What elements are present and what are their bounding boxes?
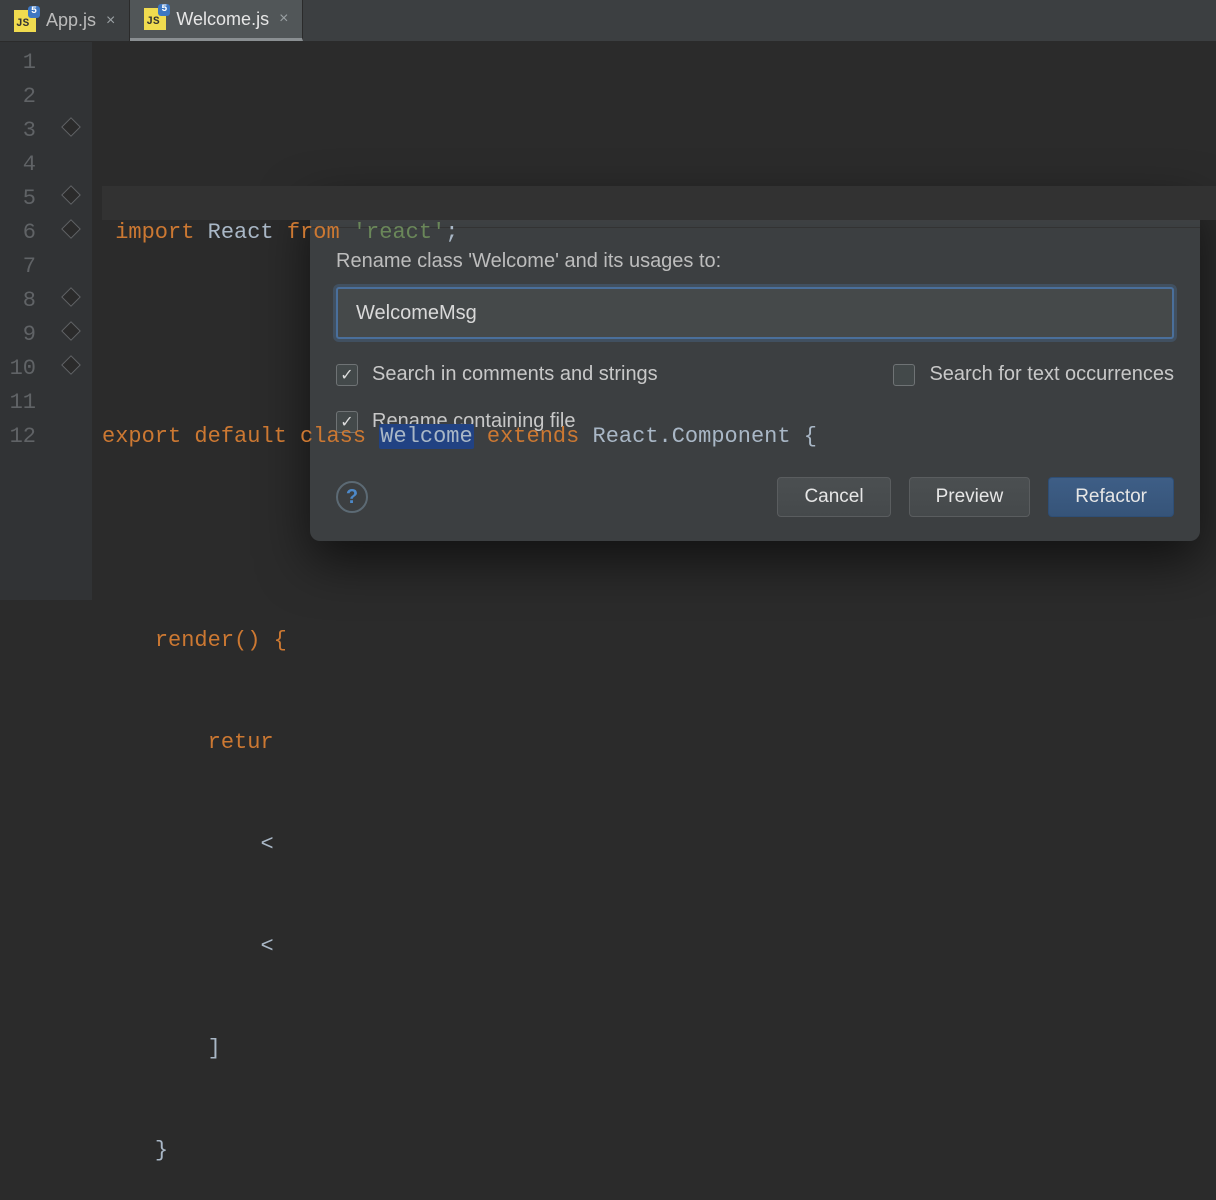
tab-label: App.js — [46, 10, 96, 31]
line-number: 4 — [0, 148, 36, 182]
close-tab-icon[interactable]: × — [279, 10, 288, 28]
keyword: export — [102, 424, 181, 449]
tab-label: Welcome.js — [176, 9, 269, 30]
line-number: 2 — [0, 80, 36, 114]
keyword: class — [300, 424, 366, 449]
line-number: 12 — [0, 420, 36, 454]
string-literal: 'react' — [353, 220, 445, 245]
js-file-icon: JS — [144, 8, 166, 30]
line-number: 7 — [0, 250, 36, 284]
punct: ] — [208, 1036, 221, 1061]
line-number-gutter: 1 2 3 4 5 6 7 8 9 10 11 12 — [0, 42, 56, 600]
line-number: 5 — [0, 182, 36, 216]
fold-gutter — [56, 42, 92, 600]
search-comments-label: Search in comments and strings — [372, 363, 658, 386]
line-number: 9 — [0, 318, 36, 352]
fold-marker-icon[interactable] — [61, 321, 81, 341]
line-number: 6 — [0, 216, 36, 250]
close-tab-icon[interactable]: × — [106, 12, 115, 30]
line-number: 3 — [0, 114, 36, 148]
selected-identifier: Welcome — [379, 424, 473, 449]
fold-marker-icon[interactable] — [61, 117, 81, 137]
method: render() { — [155, 628, 287, 653]
line-number: 1 — [0, 46, 36, 80]
fold-marker-icon[interactable] — [61, 185, 81, 205]
keyword: import — [115, 220, 194, 245]
cancel-button[interactable]: Cancel — [777, 477, 890, 517]
preview-button[interactable]: Preview — [909, 477, 1031, 517]
tab-app-js[interactable]: JS App.js × — [0, 0, 130, 41]
punct: < — [260, 832, 273, 857]
fold-marker-icon[interactable] — [61, 287, 81, 307]
search-text-label: Search for text occurrences — [929, 363, 1174, 386]
keyword: extends — [487, 424, 579, 449]
fold-marker-icon[interactable] — [61, 355, 81, 375]
punct: { — [804, 424, 817, 449]
keyword: retur — [208, 730, 274, 755]
line-number: 10 — [0, 352, 36, 386]
line-number: 8 — [0, 284, 36, 318]
punct: } — [155, 1138, 168, 1163]
identifier: React — [208, 220, 274, 245]
editor-tab-bar: JS App.js × JS Welcome.js × — [0, 0, 1216, 42]
rename-prompt-label: Rename class 'Welcome' and its usages to… — [336, 250, 1174, 273]
keyword: default — [194, 424, 286, 449]
current-line-highlight — [102, 186, 1216, 220]
line-number: 11 — [0, 386, 36, 420]
tab-welcome-js[interactable]: JS Welcome.js × — [130, 0, 303, 41]
refactor-button[interactable]: Refactor — [1048, 477, 1174, 517]
search-text-checkbox[interactable] — [893, 364, 915, 386]
js-file-icon: JS — [14, 10, 36, 32]
identifier: React.Component — [593, 424, 791, 449]
help-button[interactable]: ? — [336, 481, 368, 513]
search-comments-checkbox[interactable] — [336, 364, 358, 386]
keyword: from — [287, 220, 340, 245]
fold-marker-icon[interactable] — [61, 219, 81, 239]
punct: ; — [445, 220, 458, 245]
punct: < — [260, 934, 273, 959]
